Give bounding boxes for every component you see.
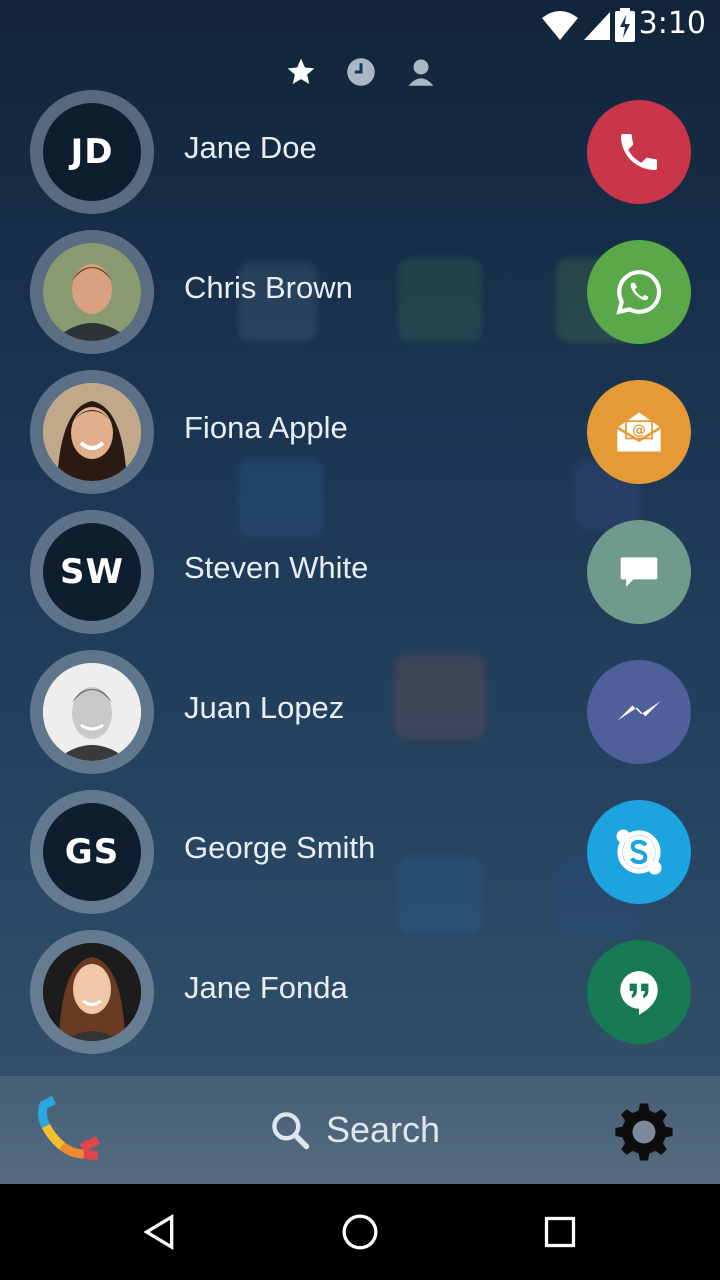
contact-row-steven-white[interactable]: SW Steven White [0,510,720,650]
avatar-initials: SW [60,552,124,592]
search-label: Search [326,1109,441,1150]
back-button[interactable] [130,1202,190,1262]
bottom-bar: Search [0,1076,720,1184]
contact-row-george-smith[interactable]: GS George Smith [0,790,720,930]
search-field[interactable]: Search [268,1106,440,1154]
svg-text:@: @ [632,423,646,439]
contact-row-chris-brown[interactable]: Chris Brown [0,230,720,370]
call-button[interactable] [587,100,691,204]
signal-icon [584,12,610,40]
whatsapp-button[interactable] [587,240,691,344]
contact-name: Steven White [184,550,369,585]
contact-photo [43,943,141,1041]
contact-row-juan-lopez[interactable]: Juan Lopez [0,650,720,790]
sms-icon [620,557,658,587]
battery-charging-icon [615,8,635,42]
tab-contacts[interactable] [401,52,441,92]
contact-filter-tabs [0,52,720,92]
back-icon [143,1214,174,1250]
contact-row-fiona-apple[interactable]: Fiona Apple @ [0,370,720,510]
tab-recent[interactable] [341,52,381,92]
search-icon [272,1112,310,1150]
tab-favorites[interactable] [281,52,321,92]
contact-name: Jane Doe [184,130,317,165]
contact-name: George Smith [184,830,376,865]
contact-photo [43,243,141,341]
avatar[interactable] [30,650,154,774]
status-bar: 3:10 [0,0,720,52]
avatar-initials: JD [70,132,114,172]
email-button[interactable]: @ [587,380,691,484]
messenger-icon [617,701,661,721]
gear-icon [615,1103,673,1161]
avatar[interactable]: JD [30,90,154,214]
home-button[interactable] [330,1202,390,1262]
contact-row-jane-fonda[interactable]: Jane Fonda [0,930,720,1070]
whatsapp-icon [616,270,662,315]
clock-icon [347,58,375,86]
home-icon [342,1214,378,1250]
recents-icon [544,1216,576,1248]
wifi-icon [542,11,578,40]
email-icon: @ [616,412,662,452]
sms-button[interactable] [587,520,691,624]
system-navigation-bar [0,1184,720,1280]
avatar[interactable] [30,230,154,354]
clock-time: 3:10 [638,6,706,41]
contact-photo [43,383,141,481]
person-icon [408,59,434,86]
hangouts-button[interactable] [587,940,691,1044]
hangouts-icon [620,971,658,1015]
skype-button[interactable] [587,800,691,904]
dialer-logo-icon [37,1095,101,1161]
star-icon [287,58,315,84]
avatar[interactable]: SW [30,510,154,634]
avatar-initials: GS [64,832,120,872]
phone-icon [621,134,657,170]
messenger-button[interactable] [587,660,691,764]
avatar[interactable] [30,370,154,494]
contact-name: Fiona Apple [184,410,348,445]
recents-button[interactable] [530,1202,590,1262]
avatar[interactable]: GS [30,790,154,914]
contact-name: Chris Brown [184,270,353,305]
contact-name: Jane Fonda [184,970,348,1005]
contact-row-jane-doe[interactable]: JD Jane Doe [0,90,720,230]
contact-photo [43,663,141,761]
app-logo-button[interactable] [36,1095,108,1168]
settings-button[interactable] [612,1100,676,1164]
contact-name: Juan Lopez [184,690,345,725]
skype-icon [616,829,662,875]
avatar[interactable] [30,930,154,1054]
